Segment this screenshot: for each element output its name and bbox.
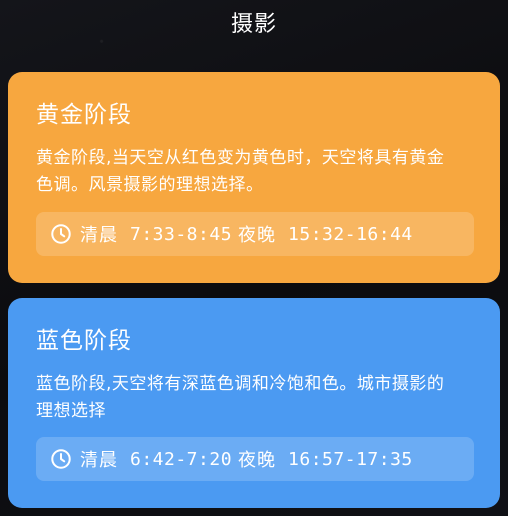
morning-label: 清晨 bbox=[80, 450, 118, 471]
evening-time-range: 15:32-16:44 bbox=[288, 223, 413, 245]
card-description: 蓝色阶段,天空将有深蓝色调和冷饱和色。城市摄影的理想选择 bbox=[36, 374, 445, 421]
morning-time-range: 6:42-7:20 bbox=[130, 448, 233, 470]
evening-label: 夜晚 bbox=[238, 450, 277, 471]
card-title: 蓝色阶段 bbox=[36, 328, 132, 354]
blue-hour-card[interactable]: 蓝色阶段 蓝色阶段,天空将有深蓝色调和冷饱和色。城市摄影的理想选择 清晨 6:4… bbox=[8, 298, 500, 508]
morning-label: 清晨 bbox=[80, 225, 118, 246]
time-range-bar: 清晨 6:42-7:20 夜晚 16:57-17:35 bbox=[36, 437, 474, 481]
evening-time-range: 16:57-17:35 bbox=[288, 448, 413, 470]
time-range-bar: 清晨 7:33-8:45 夜晚 15:32-16:44 bbox=[36, 212, 474, 256]
golden-hour-card[interactable]: 黄金阶段 黄金阶段,当天空从红色变为黄色时，天空将具有黄金色调。风景摄影的理想选… bbox=[8, 72, 500, 283]
clock-icon bbox=[51, 224, 71, 244]
photography-screen: 摄影 黄金阶段 黄金阶段,当天空从红色变为黄色时，天空将具有黄金色调。风景摄影的… bbox=[0, 0, 508, 516]
clock-icon bbox=[51, 449, 71, 469]
evening-label: 夜晚 bbox=[238, 225, 277, 246]
card-title: 黄金阶段 bbox=[36, 102, 132, 128]
morning-time-range: 7:33-8:45 bbox=[130, 223, 233, 245]
page-title: 摄影 bbox=[230, 12, 277, 37]
card-description: 黄金阶段,当天空从红色变为黄色时，天空将具有黄金色调。风景摄影的理想选择。 bbox=[36, 148, 445, 195]
